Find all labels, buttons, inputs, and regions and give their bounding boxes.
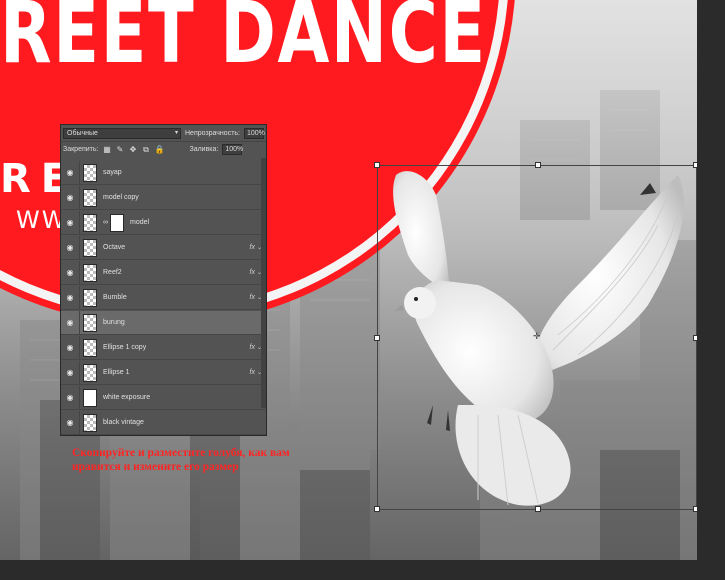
layer-thumbnail (83, 363, 97, 382)
fill-input[interactable]: 100% (222, 144, 243, 155)
layer-row-ellipse-1-copy[interactable]: ◉ Ellipse 1 copy fx ⌄ (61, 335, 266, 360)
fx-icon[interactable]: fx (250, 269, 255, 276)
layer-name: model copy (103, 194, 139, 201)
layer-row-reef2[interactable]: ◉ Reef2 fx ⌄ (61, 260, 266, 285)
layer-thumbnail (83, 213, 97, 232)
layer-name: Reef2 (103, 269, 122, 276)
eye-icon[interactable]: ◉ (61, 168, 79, 177)
layer-thumbnail (83, 413, 97, 432)
layer-row-octave[interactable]: ◉ Octave fx ⌄ (61, 235, 266, 260)
blend-mode-select[interactable]: Обычные ▾ (63, 127, 181, 139)
layer-row-bumble[interactable]: ◉ Bumble fx ⌄ (61, 285, 266, 310)
lock-label: Закрепить: (63, 146, 99, 153)
layers-lock-bar: Закрепить: ▦ ✎ ✥ ⧉ 🔒 Заливка: 100% (61, 141, 266, 157)
fill-label: Заливка: (189, 146, 219, 153)
blend-mode-value: Обычные (67, 129, 98, 137)
layers-panel[interactable]: Обычные ▾ Непрозрачность: 100% Закрепить… (60, 124, 267, 436)
chevron-down-icon: ▾ (174, 129, 178, 136)
chain-link-icon[interactable]: ∞ (103, 219, 108, 226)
instruction-caption: Скопируйте и разместите голубя, как вам … (72, 446, 342, 474)
layer-thumbnail (83, 313, 97, 332)
layer-name: Bumble (103, 294, 127, 301)
layer-thumbnail (83, 238, 97, 257)
brush-lock-icon[interactable]: ✎ (115, 145, 124, 154)
dove-image[interactable] (378, 165, 697, 510)
layer-row-model[interactable]: ◉ ∞ model (61, 210, 266, 235)
transform-handle-top-left[interactable] (374, 162, 380, 168)
layer-thumbnail (83, 288, 97, 307)
eye-icon[interactable]: ◉ (61, 243, 79, 252)
layer-row-white-exposure[interactable]: ◉ white exposure (61, 385, 266, 410)
layers-scrollbar[interactable] (261, 158, 266, 408)
layer-name: Octave (103, 244, 126, 251)
eye-icon[interactable]: ◉ (61, 268, 79, 277)
layer-name: white exposure (103, 394, 151, 401)
transform-handle-top-right[interactable] (693, 162, 697, 168)
opacity-input[interactable]: 100% (244, 127, 265, 139)
layer-row-ellipse-1[interactable]: ◉ Ellipse 1 fx ⌄ (61, 360, 266, 385)
fx-icon[interactable]: fx (250, 244, 255, 251)
layer-row-model-copy[interactable]: ◉ model copy (61, 185, 266, 210)
transform-handle-middle-right[interactable] (693, 335, 697, 341)
eye-icon[interactable]: ◉ (61, 318, 79, 327)
transform-handle-bottom-right[interactable] (693, 506, 697, 512)
layer-thumbnail (83, 163, 97, 182)
fx-icon[interactable]: fx (250, 294, 255, 301)
fx-icon[interactable]: fx (250, 344, 255, 351)
layer-mask-thumbnail[interactable] (110, 213, 124, 232)
layer-name: sayap (103, 169, 122, 176)
layer-name: black vintage (103, 419, 144, 426)
eye-icon[interactable]: ◉ (61, 393, 79, 402)
fx-icon[interactable]: fx (250, 369, 255, 376)
layers-panel-toolbar: Обычные ▾ Непрозрачность: 100% (61, 125, 266, 141)
transform-handle-bottom-center[interactable] (535, 506, 541, 512)
padlock-icon[interactable]: 🔒 (154, 145, 164, 154)
artboard-lock-icon[interactable]: ⧉ (141, 145, 150, 154)
caption-line-1: Скопируйте и разместите голубя, как вам (72, 447, 290, 459)
layer-row-sayap[interactable]: ◉ sayap (61, 160, 266, 185)
transform-handle-bottom-left[interactable] (374, 506, 380, 512)
layer-row-burung[interactable]: ◉ burung (61, 310, 266, 335)
layer-thumbnail (83, 263, 97, 282)
eye-icon[interactable]: ◉ (61, 343, 79, 352)
eye-icon[interactable]: ◉ (61, 293, 79, 302)
eye-icon[interactable]: ◉ (61, 418, 79, 427)
layer-thumbnail (83, 388, 97, 407)
move-lock-icon[interactable]: ✥ (128, 145, 137, 154)
transform-handle-top-center[interactable] (535, 162, 541, 168)
opacity-label: Непрозрачность: (185, 129, 240, 137)
eye-icon[interactable]: ◉ (61, 218, 79, 227)
layer-thumbnail (83, 338, 97, 357)
layer-name: Ellipse 1 (103, 369, 130, 376)
layer-name: burung (103, 319, 125, 326)
caption-line-2: нравится и измените его размер (72, 461, 239, 473)
layer-name: model (130, 219, 150, 226)
checker-lock-icon[interactable]: ▦ (102, 145, 111, 154)
layer-name: Ellipse 1 copy (103, 344, 147, 351)
layer-thumbnail (83, 188, 97, 207)
eye-icon[interactable]: ◉ (61, 368, 79, 377)
poster-title: REET DANCE (0, 0, 487, 83)
transform-handle-middle-left[interactable] (374, 335, 380, 341)
layers-list: ◉ sayap ◉ model copy ◉ ∞ model ◉ Octave … (61, 158, 266, 435)
eye-icon[interactable]: ◉ (61, 193, 79, 202)
layer-row-black-vintage[interactable]: ◉ black vintage (61, 410, 266, 435)
